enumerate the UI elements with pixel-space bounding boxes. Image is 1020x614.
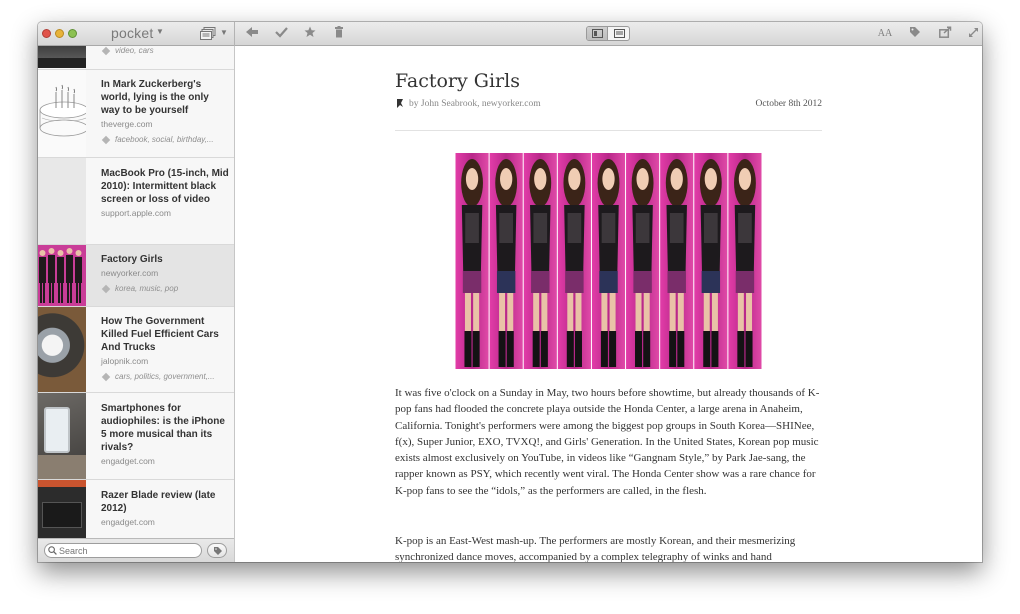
article-date: October 8th 2012 bbox=[755, 99, 823, 109]
item-title: How The Government Killed Fuel Efficient… bbox=[101, 316, 219, 353]
tag-icon bbox=[214, 547, 222, 555]
item-title: Razer Blade review (late 2012) bbox=[101, 490, 216, 514]
item-domain: support.apple.com bbox=[101, 208, 171, 218]
tag-filter-button[interactable] bbox=[207, 543, 227, 558]
item-tags: video, cars bbox=[101, 46, 229, 56]
item-domain: jalopnik.com bbox=[101, 356, 149, 366]
item-title: MacBook Pro (15-inch, Mid 2010): Intermi… bbox=[101, 168, 229, 205]
search-bar bbox=[38, 538, 234, 562]
hero-panel bbox=[591, 153, 626, 369]
hero-panel bbox=[557, 153, 591, 369]
toolbar: pocket ▼ ▼ AA bbox=[38, 22, 982, 46]
thumbnail-image bbox=[38, 46, 86, 68]
hero-panel bbox=[660, 153, 694, 369]
list-item[interactable]: How The Government Killed Fuel Efficient… bbox=[38, 307, 234, 393]
app-window: pocket ▼ ▼ AA video, cars In Mark Zucker… bbox=[38, 22, 982, 562]
item-domain: theverge.com bbox=[101, 119, 153, 129]
thumbnail-image bbox=[38, 480, 86, 539]
zoom-window-button[interactable] bbox=[68, 29, 77, 38]
item-domain: newyorker.com bbox=[101, 268, 159, 278]
thumbnail-image bbox=[38, 393, 86, 479]
thumbnail-image bbox=[38, 307, 86, 392]
search-icon bbox=[48, 546, 57, 555]
author-icon bbox=[397, 99, 403, 108]
hero-panel bbox=[728, 153, 762, 369]
list-item-selected[interactable]: Factory Girls newyorker.com korea, music… bbox=[38, 245, 234, 307]
thumbnail-image bbox=[38, 70, 86, 157]
chevron-down-icon[interactable]: ▼ bbox=[220, 28, 228, 37]
list-item[interactable]: video, cars bbox=[38, 46, 234, 70]
hero-panel bbox=[455, 153, 489, 369]
favorite-icon[interactable] bbox=[302, 26, 318, 42]
mark-read-icon[interactable] bbox=[273, 26, 289, 42]
text-size-icon[interactable]: AA bbox=[875, 26, 895, 42]
item-tags: korea, music, pop bbox=[101, 284, 229, 294]
close-window-button[interactable] bbox=[42, 29, 51, 38]
tag-icon[interactable] bbox=[907, 26, 923, 42]
reading-list-sidebar: video, cars In Mark Zuckerberg's world, … bbox=[38, 46, 235, 562]
list-item[interactable]: In Mark Zuckerberg's world, lying is the… bbox=[38, 70, 234, 158]
hero-panel bbox=[694, 153, 728, 369]
article-view-button[interactable] bbox=[609, 27, 629, 40]
item-title: Smartphones for audiophiles: is the iPho… bbox=[101, 403, 225, 453]
toolbar-sidebar-section: pocket ▼ ▼ bbox=[38, 22, 235, 46]
list-view-icon[interactable] bbox=[200, 27, 216, 40]
fullscreen-icon[interactable] bbox=[965, 26, 981, 42]
chevron-down-icon[interactable]: ▼ bbox=[156, 27, 164, 36]
web-view-button[interactable] bbox=[587, 27, 608, 40]
article-hero-image bbox=[455, 153, 762, 369]
item-tags: facebook, social, birthday,... bbox=[101, 135, 229, 145]
back-icon[interactable] bbox=[244, 26, 260, 42]
app-title-menu[interactable]: pocket bbox=[111, 25, 153, 41]
item-domain: engadget.com bbox=[101, 517, 155, 527]
thumbnail-image bbox=[38, 245, 86, 306]
list-item[interactable]: MacBook Pro (15-inch, Mid 2010): Intermi… bbox=[38, 158, 234, 245]
delete-icon[interactable] bbox=[331, 26, 347, 42]
view-mode-toggle[interactable] bbox=[586, 26, 630, 41]
item-domain: engadget.com bbox=[101, 456, 155, 466]
article-paragraph: K-pop is an East-West mash-up. The perfo… bbox=[395, 535, 796, 562]
search-input[interactable] bbox=[44, 543, 202, 558]
list-item[interactable]: Smartphones for audiophiles: is the iPho… bbox=[38, 393, 234, 480]
minimize-window-button[interactable] bbox=[55, 29, 64, 38]
hero-panel bbox=[523, 153, 557, 369]
item-title: In Mark Zuckerberg's world, lying is the… bbox=[101, 79, 209, 116]
item-title: Factory Girls bbox=[101, 254, 163, 265]
article-byline: by John Seabrook, newyorker.com bbox=[409, 99, 541, 109]
article-paragraph: It was five o'clock on a Sunday in May, … bbox=[395, 387, 820, 497]
hero-panel bbox=[489, 153, 523, 369]
hero-panel bbox=[626, 153, 660, 369]
divider bbox=[395, 130, 822, 131]
share-icon[interactable] bbox=[937, 26, 953, 42]
list-item[interactable]: Razer Blade review (late 2012) engadget.… bbox=[38, 480, 234, 540]
article-reader: Factory Girls by John Seabrook, newyorke… bbox=[235, 46, 982, 562]
thumbnail-image bbox=[38, 158, 86, 244]
article-title: Factory Girls bbox=[395, 70, 520, 92]
item-tags: cars, politics, government,... bbox=[101, 372, 229, 382]
